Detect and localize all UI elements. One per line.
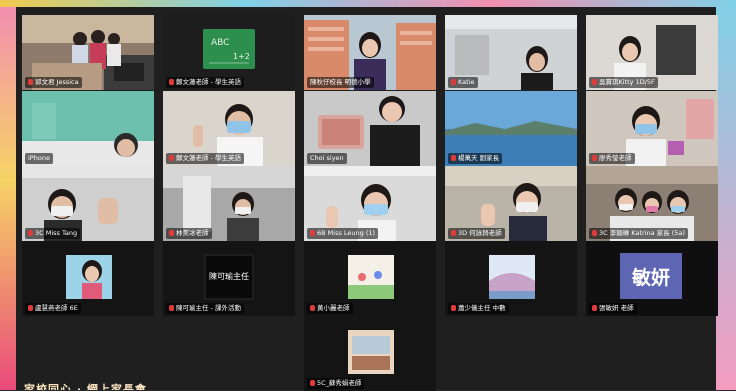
participant-name: 吳寶琪Kitty 1D/5F xyxy=(589,77,658,88)
mic-off-icon xyxy=(592,230,597,236)
mic-off-icon xyxy=(451,155,456,161)
decorative-top-strip xyxy=(0,0,736,7)
participant-name: 張敏妍 老師 xyxy=(589,303,637,314)
participant-name: 鄭文蓮老師 - 學生英語 xyxy=(166,77,244,88)
participant-name: 陳秋仔校長 明德小學 xyxy=(307,77,374,88)
participant-name: 5C_蘇秀娟老師 xyxy=(307,378,365,389)
participant-name: 盧慧燕老師 6E xyxy=(25,303,81,314)
mic-off-icon xyxy=(592,79,597,85)
participant-tile[interactable]: 楊萬天 劉家長 xyxy=(445,91,577,166)
participant-name: Choi siyen xyxy=(307,153,347,164)
participant-tile[interactable]: 敏妍 張敏妍 老師 xyxy=(586,241,718,316)
participant-name: 黃小麗老師 xyxy=(307,303,353,314)
participant-tile[interactable]: 黃小麗老師 xyxy=(304,241,436,316)
participant-name: 3C 李穎琳 Katrina 家長 (5a) xyxy=(589,228,688,239)
participant-name: Katie xyxy=(448,77,478,88)
mic-off-icon xyxy=(169,230,174,236)
participant-name: iPhone xyxy=(25,153,53,164)
participant-name: 3D 何詠錡老師 xyxy=(448,228,505,239)
participant-name: 楊萬天 劉家長 xyxy=(448,153,503,164)
participant-tile[interactable]: Choi siyen xyxy=(304,91,436,166)
participant-tile[interactable]: 廖秀瑩老師 xyxy=(586,91,718,166)
participant-tile[interactable]: 吳寶琪Kitty 1D/5F xyxy=(586,15,718,90)
participant-tile[interactable]: 6B Miss Leung (1) xyxy=(304,166,436,241)
participant-avatar-text: 敏妍 xyxy=(620,253,682,299)
participant-tile[interactable]: 5C_蘇秀娟老師 xyxy=(304,316,436,391)
mic-off-icon xyxy=(592,305,597,311)
participant-tile[interactable]: Katie xyxy=(445,15,577,90)
mic-off-icon xyxy=(28,79,33,85)
participant-tile[interactable]: 陳秋仔校長 明德小學 xyxy=(304,15,436,90)
participant-tile[interactable]: 3C 李穎琳 Katrina 家長 (5a) xyxy=(586,166,718,241)
svg-text:1+2: 1+2 xyxy=(233,52,250,61)
participant-tile[interactable]: 鄭文蓮老師 - 學生英語 xyxy=(163,91,295,166)
decorative-left-band xyxy=(0,7,16,390)
mic-off-icon xyxy=(169,155,174,161)
participant-name: 陳可瑜主任 - 課外活動 xyxy=(166,303,244,314)
mic-off-icon xyxy=(28,230,33,236)
mic-off-icon xyxy=(28,305,33,311)
mic-off-icon xyxy=(169,79,174,85)
participant-name: 郭文君 Jessica xyxy=(25,77,82,88)
participant-tile[interactable]: 林美冰老師 xyxy=(163,166,295,241)
decorative-right-band xyxy=(716,7,736,390)
mic-off-icon xyxy=(310,230,315,236)
participant-tile[interactable]: 3D 何詠錡老師 xyxy=(445,166,577,241)
mic-off-icon xyxy=(592,155,597,161)
participant-tile[interactable]: 陳可瑜主任 陳可瑜主任 - 課外活動 xyxy=(163,241,295,316)
mic-off-icon xyxy=(451,305,456,311)
participant-name: 3C Miss Tang xyxy=(25,228,81,239)
participant-name: 林美冰老師 xyxy=(166,228,212,239)
mic-off-icon xyxy=(310,380,315,386)
caption-text: 家校同心 · 網上家長會 xyxy=(24,383,147,390)
participant-name: 廖秀瑩老師 xyxy=(589,153,635,164)
participant-tile[interactable]: 盧慧燕老師 6E xyxy=(22,241,154,316)
participant-tile[interactable]: 蕭少儀主任 中數 xyxy=(445,241,577,316)
mic-off-icon xyxy=(310,305,315,311)
participant-tile[interactable]: 3C Miss Tang xyxy=(22,166,154,241)
participant-name: 鄭文蓮老師 - 學生英語 xyxy=(166,153,244,164)
participant-name: 蕭少儀主任 中數 xyxy=(448,303,509,314)
svg-text:ABC: ABC xyxy=(211,38,229,48)
video-gallery: 郭文君 Jessica ABC 1+2 鄭文蓮老師 - 學生英語 陳秋仔校長 明… xyxy=(16,7,718,391)
mic-off-icon xyxy=(169,305,174,311)
mic-off-icon xyxy=(451,230,456,236)
mic-off-icon xyxy=(451,79,456,85)
participant-tile[interactable]: iPhone xyxy=(22,91,154,166)
participant-tile[interactable]: 郭文君 Jessica xyxy=(22,15,154,90)
participant-name: 6B Miss Leung (1) xyxy=(307,228,379,239)
participant-tile[interactable]: ABC 1+2 鄭文蓮老師 - 學生英語 xyxy=(163,15,295,90)
participant-avatar-text: 陳可瑜主任 xyxy=(209,271,249,281)
